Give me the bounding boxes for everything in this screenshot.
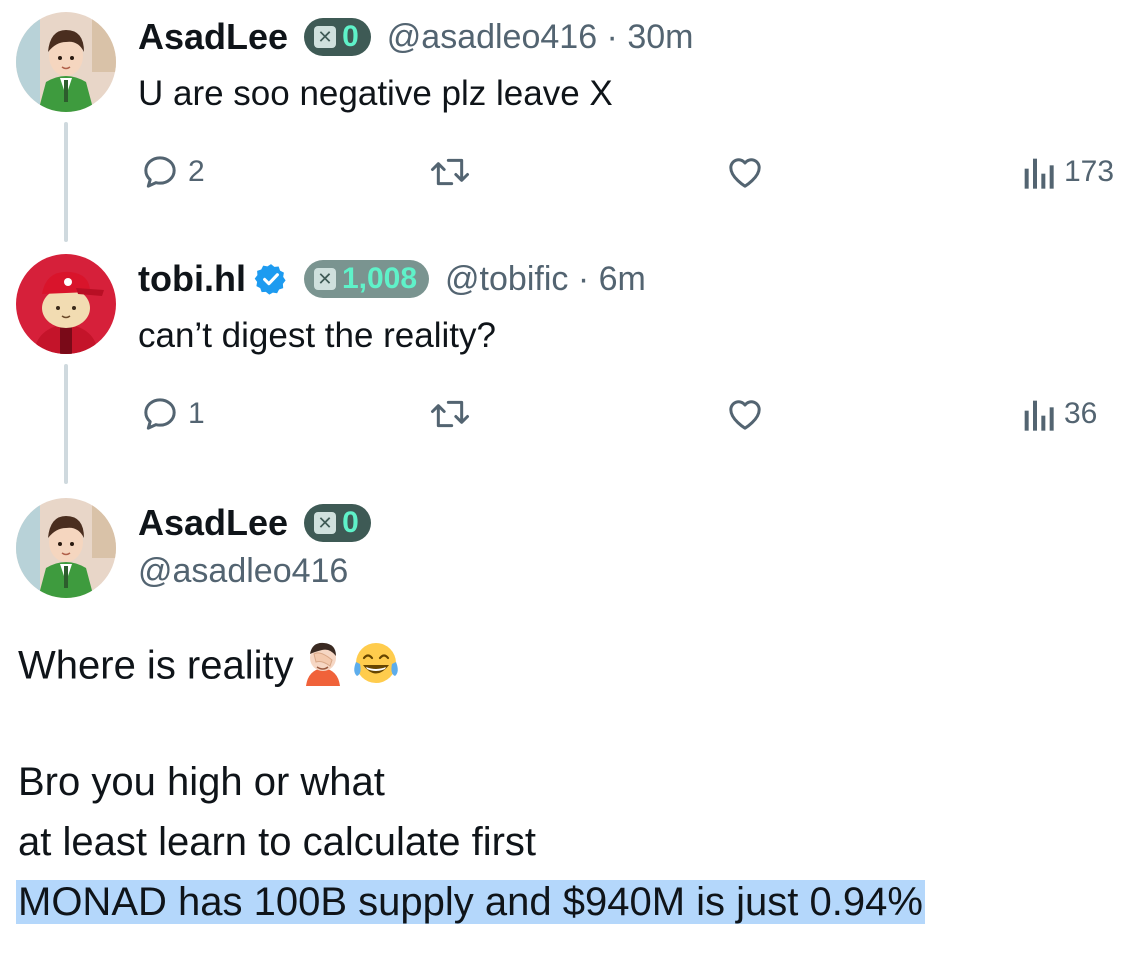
main-text-line3: at least learn to calculate first bbox=[18, 820, 537, 864]
retweet-icon bbox=[431, 400, 469, 428]
main-text-line1: Where is reality bbox=[18, 640, 400, 696]
reply-icon bbox=[144, 398, 176, 430]
reply2-score-badge[interactable]: ✕ 1,008 bbox=[303, 260, 430, 298]
reply1-score-value: 0 bbox=[342, 20, 359, 53]
selected-text-highlight[interactable]: MONAD has 100B supply and $940M is just … bbox=[16, 880, 925, 924]
avatar-tobi[interactable] bbox=[16, 254, 116, 354]
reply2-text: can’t digest the reality? bbox=[138, 316, 496, 355]
reply1-views-count: 173 bbox=[1064, 155, 1115, 188]
x-score-icon: ✕ bbox=[314, 512, 337, 534]
views-icon bbox=[1024, 400, 1054, 431]
heart-icon bbox=[729, 158, 761, 188]
reply2-retweet-button[interactable] bbox=[428, 394, 472, 434]
x-score-icon: ✕ bbox=[313, 268, 336, 290]
reply2-handle-time[interactable]: @tobific · 6m bbox=[445, 260, 646, 299]
reply1-text: U are soo negative plz leave X bbox=[138, 74, 613, 113]
reply1-display-name[interactable]: AsadLee bbox=[138, 16, 288, 58]
facepalm-emoji bbox=[300, 640, 346, 696]
main-text-line1-label: Where is reality bbox=[18, 643, 294, 688]
reply2-display-name[interactable]: tobi.hl bbox=[138, 258, 246, 300]
main-handle[interactable]: @asadleo416 bbox=[138, 552, 348, 591]
main-text-line2: Bro you high or what bbox=[18, 760, 385, 804]
x-score-icon: ✕ bbox=[314, 26, 337, 48]
main-score-value: 0 bbox=[342, 506, 359, 539]
main-header: AsadLee ✕ 0 bbox=[138, 502, 371, 544]
reply2-score-value: 1,008 bbox=[341, 262, 418, 295]
tears-of-joy-emoji bbox=[352, 640, 400, 696]
avatar-asadlee[interactable] bbox=[16, 12, 116, 112]
reply2-like-button[interactable] bbox=[724, 394, 766, 434]
reply1-handle-time[interactable]: @asadleo416 · 30m bbox=[387, 18, 694, 57]
reply1-retweet-button[interactable] bbox=[428, 152, 472, 192]
reply1-header: AsadLee ✕ 0 @asadleo416 · 30m bbox=[138, 16, 693, 58]
thread-line-2 bbox=[64, 364, 68, 484]
main-text-line4: MONAD has 100B supply and $940M is just … bbox=[16, 880, 925, 925]
main-score-badge[interactable]: ✕ 0 bbox=[304, 504, 371, 542]
reply1-reply-count: 2 bbox=[188, 155, 205, 188]
thread-line-1 bbox=[64, 122, 68, 242]
views-icon bbox=[1024, 158, 1054, 189]
retweet-icon bbox=[431, 158, 469, 186]
heart-icon bbox=[729, 400, 761, 430]
reply2-reply-count: 1 bbox=[188, 397, 205, 430]
reply2-header: tobi.hl ✕ 1,008 @tobific · 6m bbox=[138, 258, 646, 300]
reply2-reply-button[interactable]: 1 bbox=[140, 394, 205, 434]
reply-icon bbox=[144, 156, 176, 188]
avatar-asadlee-main[interactable] bbox=[16, 498, 116, 598]
reply1-reply-button[interactable]: 2 bbox=[140, 152, 205, 192]
reply1-score-badge[interactable]: ✕ 0 bbox=[304, 18, 371, 56]
reply1-views-button[interactable]: 173 bbox=[1020, 152, 1114, 192]
reply1-like-button[interactable] bbox=[724, 152, 766, 192]
reply2-views-button[interactable]: 36 bbox=[1020, 394, 1097, 434]
verified-badge-icon bbox=[254, 264, 286, 295]
main-display-name[interactable]: AsadLee bbox=[138, 502, 288, 544]
reply2-views-count: 36 bbox=[1064, 397, 1098, 430]
